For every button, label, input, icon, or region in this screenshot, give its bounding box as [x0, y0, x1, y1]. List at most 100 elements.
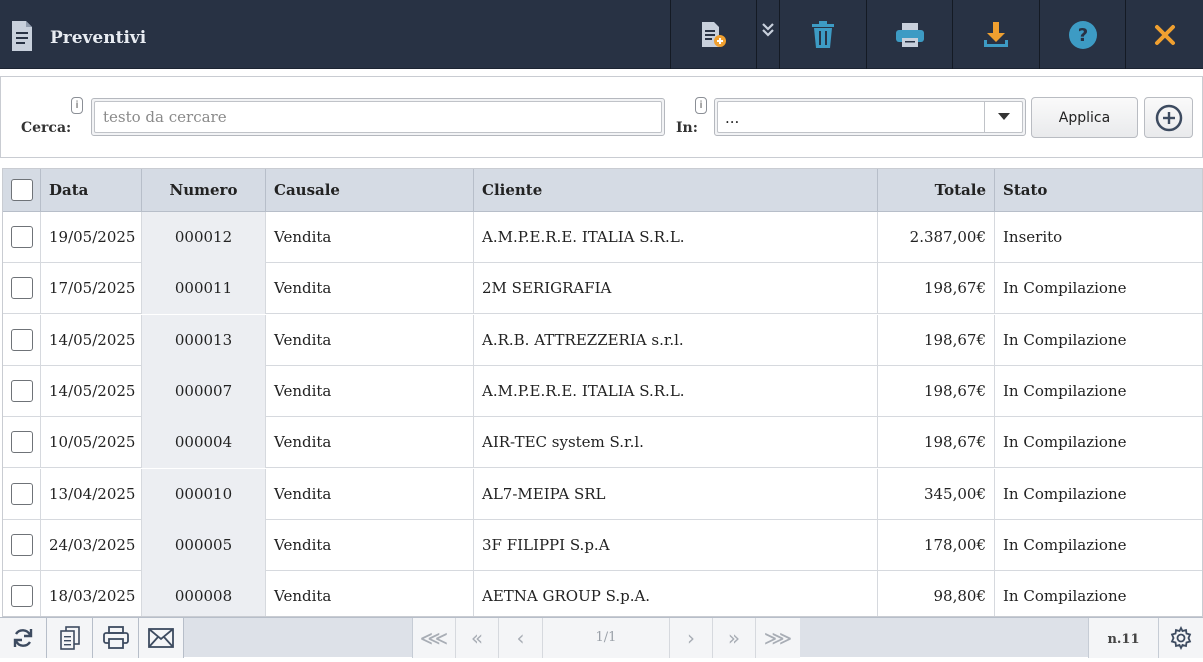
close-button[interactable]: [1125, 0, 1203, 69]
cell-stato: In Compilazione: [1003, 484, 1127, 503]
col-stato[interactable]: Stato: [995, 169, 1202, 212]
cell-totale: 198,67€: [878, 263, 995, 315]
cell-causale: Vendita: [266, 263, 474, 315]
row-select-cell: [3, 263, 41, 315]
cell-data: 19/05/2025: [41, 212, 142, 263]
row-checkbox[interactable]: [11, 277, 33, 300]
row-select-cell: [3, 365, 41, 417]
col-causale[interactable]: Causale: [266, 169, 474, 212]
trash-icon: [812, 20, 834, 48]
cell-cliente: 2M SERIGRAFIA: [474, 263, 878, 315]
table-row[interactable]: 24/03/2025 000005 Vendita 3F FILIPPI S.p.A 1…: [3, 519, 1202, 571]
refresh-button[interactable]: [0, 618, 47, 658]
row-select-cell: [3, 571, 41, 616]
search-in-label: In:: [676, 120, 698, 136]
table-footer: ⋘ « ‹ 1/1 › » ⋙ n.11: [0, 617, 1203, 658]
cell-cliente: A.R.B. ATTREZZERIA s.r.l.: [474, 314, 878, 366]
new-document-icon: [701, 21, 726, 47]
table-row[interactable]: 14/05/2025 000007 Vendita A.M.P.E.R.E. ITAL…: [3, 365, 1202, 417]
row-checkbox[interactable]: [11, 585, 33, 608]
col-numero[interactable]: Numero: [142, 169, 266, 212]
table-row[interactable]: 13/04/2025 000010 Vendita AL7-MEIPA SRL 345,…: [3, 468, 1202, 520]
cell-numero: 000004: [142, 417, 266, 469]
col-cliente[interactable]: Cliente: [474, 169, 878, 212]
next-block-button[interactable]: »: [713, 618, 756, 658]
row-select-cell: [3, 468, 41, 520]
search-in-info-icon[interactable]: i: [695, 97, 707, 114]
search-in-select[interactable]: ...: [714, 98, 1026, 136]
cell-causale: Vendita: [266, 365, 474, 417]
next-page-button[interactable]: ›: [670, 618, 713, 658]
search-info-icon[interactable]: i: [71, 97, 83, 114]
cell-totale: 198,67€: [878, 314, 995, 366]
cell-stato: In Compilazione: [1003, 330, 1127, 349]
pagination: ⋘ « ‹ 1/1 › » ⋙: [412, 618, 800, 658]
more-options-button[interactable]: [756, 0, 779, 69]
new-document-button[interactable]: [670, 0, 756, 69]
cell-causale: Vendita: [266, 212, 474, 263]
copy-button[interactable]: [47, 618, 93, 658]
col-totale[interactable]: Totale: [878, 169, 995, 212]
row-checkbox[interactable]: [11, 226, 33, 248]
cell-numero: 000013: [142, 314, 266, 366]
cell-numero: 000008: [142, 571, 266, 616]
col-data[interactable]: Data: [41, 169, 142, 212]
table-row[interactable]: 14/05/2025 000013 Vendita A.R.B. ATTREZZERI…: [3, 314, 1202, 366]
cell-totale: 178,00€: [878, 519, 995, 571]
cell-data: 14/05/2025: [41, 365, 142, 417]
cell-stato: In Compilazione: [1003, 535, 1127, 554]
select-all-checkbox[interactable]: [11, 179, 33, 201]
table-row[interactable]: 18/03/2025 000008 Vendita AETNA GROUP S.p.A…: [3, 571, 1202, 616]
delete-button[interactable]: [779, 0, 866, 69]
chevron-down-icon[interactable]: [984, 102, 1022, 132]
prev-block-button[interactable]: «: [456, 618, 499, 658]
search-field: [91, 98, 665, 136]
cell-data: 13/04/2025: [41, 468, 142, 520]
cell-causale: Vendita: [266, 417, 474, 469]
email-button[interactable]: [139, 618, 184, 658]
search-input[interactable]: [94, 101, 662, 133]
settings-button[interactable]: [1158, 618, 1203, 658]
table-row[interactable]: 17/05/2025 000011 Vendita 2M SERIGRAFIA 198,…: [3, 263, 1202, 315]
app-header: Preventivi ?: [0, 0, 1203, 69]
page-title: Preventivi: [50, 28, 147, 48]
search-panel: Cerca: i In: i ... Applica: [0, 76, 1203, 158]
select-all-cell: [3, 169, 41, 212]
print-button[interactable]: [866, 0, 952, 69]
search-in-select-box[interactable]: ...: [717, 101, 1023, 133]
record-count: n.11: [1088, 618, 1158, 658]
cell-numero: 000012: [142, 212, 266, 263]
print-list-button[interactable]: [93, 618, 139, 658]
table-row[interactable]: 19/05/2025 000012 Vendita A.M.P.E.R.E. ITAL…: [3, 212, 1202, 263]
row-select-cell: [3, 417, 41, 469]
cell-numero: 000005: [142, 519, 266, 571]
add-filter-button[interactable]: [1144, 97, 1193, 138]
table-row[interactable]: 10/05/2025 000004 Vendita AIR-TEC system S.…: [3, 417, 1202, 469]
table-header: Data Numero Causale Cliente Totale Stato: [3, 169, 1202, 212]
row-checkbox[interactable]: [11, 431, 33, 454]
refresh-icon: [13, 629, 33, 647]
cell-stato: In Compilazione: [1003, 433, 1127, 452]
help-button[interactable]: ?: [1039, 0, 1125, 69]
last-page-button[interactable]: ⋙: [756, 618, 800, 658]
row-checkbox[interactable]: [11, 533, 33, 556]
cell-totale: 198,67€: [878, 365, 995, 417]
cell-numero: 000010: [142, 468, 266, 520]
search-in-value: ...: [725, 109, 740, 127]
cell-cliente: AETNA GROUP S.p.A.: [474, 571, 878, 616]
gear-icon: [1170, 626, 1192, 650]
row-checkbox[interactable]: [11, 482, 33, 505]
cell-data: 18/03/2025: [41, 571, 142, 616]
download-button[interactable]: [952, 0, 1039, 69]
cell-numero: 000011: [142, 263, 266, 315]
row-checkbox[interactable]: [11, 328, 33, 351]
cell-cliente: 3F FILIPPI S.p.A: [474, 519, 878, 571]
help-icon: ?: [1068, 20, 1097, 49]
print-icon: [102, 626, 129, 649]
prev-page-button[interactable]: ‹: [499, 618, 543, 658]
first-page-button[interactable]: ⋘: [413, 618, 456, 658]
row-checkbox[interactable]: [11, 379, 33, 402]
plus-circle-icon: [1155, 104, 1182, 131]
apply-button[interactable]: Applica: [1031, 97, 1138, 138]
cell-data: 17/05/2025: [41, 263, 142, 315]
